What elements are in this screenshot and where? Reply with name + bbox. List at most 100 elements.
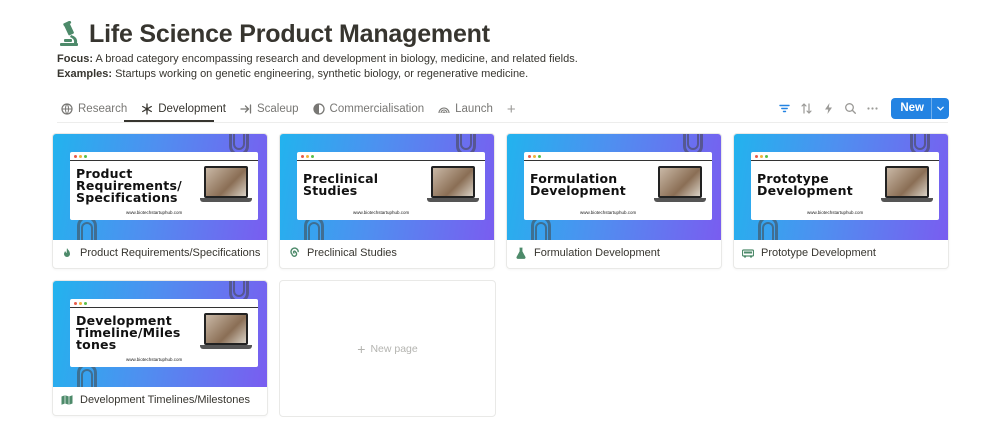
- laptop-illustration: [427, 166, 479, 204]
- window-dot: [311, 154, 314, 158]
- window-dot: [84, 301, 87, 305]
- cover-heading: Prototype Development: [757, 171, 853, 198]
- snowflake-icon: [141, 103, 153, 115]
- map-icon: [61, 394, 73, 406]
- window-dot: [306, 154, 309, 158]
- card-title[interactable]: Preclinical Studies: [288, 247, 397, 259]
- gallery-card[interactable]: Formulation Development www.biotechstart…: [506, 133, 722, 269]
- window-dot: [74, 301, 77, 305]
- page-title: Life Science Product Management: [89, 20, 490, 48]
- cover-heading: Development Timeline/Miles tones: [76, 313, 181, 352]
- gallery-card[interactable]: Preclinical Studies www.biotechstartuphu…: [279, 133, 495, 269]
- cover-decoration: [233, 134, 245, 150]
- card-title[interactable]: Product Requirements/Specifications: [61, 247, 260, 259]
- view-tabs: Research Development Scaleup Commerciali…: [57, 97, 526, 121]
- cover-decoration: [687, 134, 699, 150]
- sort-icon[interactable]: [795, 97, 817, 119]
- window-dot: [760, 154, 763, 158]
- window-dot: [79, 301, 82, 305]
- cover-decoration: [914, 134, 926, 150]
- card-title[interactable]: Prototype Development: [741, 247, 876, 259]
- card-cover-image: Prototype Development www.biotechstartup…: [734, 134, 948, 240]
- tab-label: Research: [78, 103, 128, 115]
- cover-decoration: [233, 281, 245, 297]
- gallery-card[interactable]: Prototype Development www.biotechstartup…: [733, 133, 949, 269]
- card-cover-image: Preclinical Studies www.biotechstartuphu…: [280, 134, 494, 240]
- cover-heading: Product Requirements/ Specifications: [76, 166, 182, 205]
- window-dot: [755, 154, 758, 158]
- globe-icon: [61, 103, 73, 115]
- card-title[interactable]: Development Timelines/Milestones: [61, 394, 250, 406]
- laptop-illustration: [881, 166, 933, 204]
- window-dot: [528, 154, 531, 158]
- filter-icon[interactable]: [773, 97, 795, 119]
- window-bar: [70, 299, 258, 308]
- new-page-label: New page: [370, 342, 418, 355]
- microscope-icon: [57, 20, 81, 49]
- card-title-text: Development Timelines/Milestones: [80, 394, 250, 406]
- examples-line: Examples: Startups working on genetic en…: [57, 68, 528, 80]
- gallery-card[interactable]: Development Timeline/Miles tones www.bio…: [52, 280, 268, 416]
- window-bar: [70, 152, 258, 161]
- cover-window: Development Timeline/Miles tones www.bio…: [70, 299, 258, 367]
- window-dot: [84, 154, 87, 158]
- tab-label: Commercialisation: [329, 103, 425, 115]
- view-toolbar: New: [773, 97, 949, 119]
- laptop-illustration: [200, 166, 252, 204]
- cover-window: Preclinical Studies www.biotechstartuphu…: [297, 152, 485, 220]
- arrow-to-line-icon: [240, 103, 252, 115]
- cover-decoration: [535, 222, 547, 240]
- focus-line: Focus: A broad category encompassing res…: [57, 53, 578, 65]
- more-icon[interactable]: [861, 97, 883, 119]
- cover-window: Formulation Development www.biotechstart…: [524, 152, 712, 220]
- new-button-label: New: [900, 102, 924, 114]
- window-dot: [301, 154, 304, 158]
- window-dot: [79, 154, 82, 158]
- new-page-button[interactable]: + New page: [279, 280, 496, 417]
- tab-research[interactable]: Research: [57, 97, 131, 121]
- cover-decoration: [81, 222, 93, 240]
- tab-development[interactable]: Development: [137, 97, 230, 121]
- tabs-divider: [57, 122, 948, 123]
- cover-heading: Preclinical Studies: [303, 171, 379, 198]
- spiral-icon: [288, 247, 300, 259]
- card-cover-image: Product Requirements/ Specifications www…: [53, 134, 267, 240]
- window-dot: [765, 154, 768, 158]
- card-title-text: Formulation Development: [534, 247, 660, 259]
- page-header: Life Science Product Management: [57, 20, 490, 49]
- cover-url: www.biotechstartuphub.com: [807, 210, 864, 215]
- gallery-card[interactable]: Product Requirements/ Specifications www…: [52, 133, 268, 269]
- window-dot: [538, 154, 541, 158]
- cover-url: www.biotechstartuphub.com: [580, 210, 637, 215]
- card-cover-image: Formulation Development www.biotechstart…: [507, 134, 721, 240]
- tab-label: Scaleup: [256, 103, 299, 115]
- card-title-text: Prototype Development: [761, 247, 876, 259]
- focus-text: A broad category encompassing research a…: [93, 53, 578, 65]
- flask-icon: [515, 247, 527, 259]
- card-title[interactable]: Formulation Development: [515, 247, 660, 259]
- laptop-illustration: [200, 313, 252, 351]
- cover-url: www.biotechstartuphub.com: [126, 210, 183, 215]
- search-icon[interactable]: [839, 97, 861, 119]
- new-button[interactable]: New: [891, 97, 949, 119]
- tab-label: Development: [158, 103, 226, 115]
- plus-icon: +: [357, 340, 366, 357]
- window-bar: [524, 152, 712, 161]
- chevron-down-icon[interactable]: [931, 97, 949, 119]
- tab-launch[interactable]: Launch: [434, 97, 497, 121]
- tab-scaleup[interactable]: Scaleup: [236, 97, 303, 121]
- focus-label: Focus:: [57, 53, 94, 65]
- cover-window: Product Requirements/ Specifications www…: [70, 152, 258, 220]
- cover-window: Prototype Development www.biotechstartup…: [751, 152, 939, 220]
- rainbow-icon: [438, 103, 450, 115]
- fire-icon: [61, 247, 73, 259]
- window-dot: [533, 154, 536, 158]
- add-view-button[interactable]: +: [503, 97, 520, 121]
- tab-commercialisation[interactable]: Commercialisation: [309, 97, 429, 121]
- cover-url: www.biotechstartuphub.com: [353, 210, 410, 215]
- window-bar: [751, 152, 939, 161]
- cover-decoration: [81, 369, 93, 387]
- lightning-icon[interactable]: [817, 97, 839, 119]
- card-title-text: Product Requirements/Specifications: [80, 247, 261, 259]
- cover-decoration: [460, 134, 472, 150]
